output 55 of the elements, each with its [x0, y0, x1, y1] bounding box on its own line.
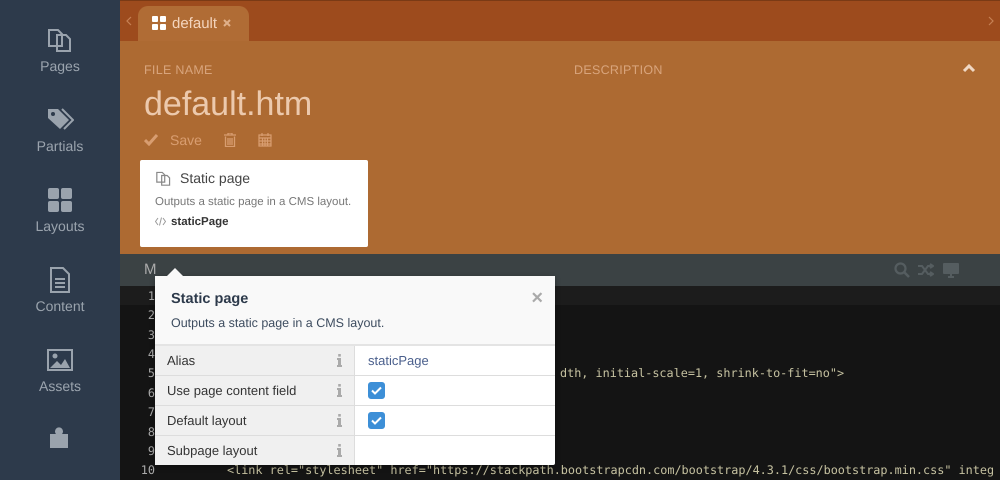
alias-field[interactable]: staticPage: [368, 353, 429, 368]
collapse-icon[interactable]: [962, 62, 976, 73]
line-number: 10: [140, 463, 155, 478]
calendar-icon[interactable]: [258, 132, 272, 147]
trash-icon[interactable]: [224, 132, 236, 147]
check-icon: [144, 134, 158, 146]
line-number: 3: [146, 328, 155, 342]
property-label: Default layout: [155, 406, 355, 435]
checkmark-icon: [371, 416, 382, 425]
sidebar-item[interactable]: Assets: [0, 320, 120, 400]
info-icon[interactable]: [337, 384, 342, 397]
line-number: 6: [146, 386, 155, 400]
sidebar-item[interactable]: Layouts: [0, 160, 120, 240]
sidebar-item[interactable]: Pages: [0, 0, 120, 80]
popup-title: Static page: [171, 291, 248, 307]
property-label: Subpage layout: [155, 436, 355, 465]
toolbar-label: M: [144, 261, 156, 278]
info-icon[interactable]: [337, 354, 342, 367]
field-label: DESCRIPTION: [574, 62, 664, 77]
property-label: Alias: [155, 346, 355, 375]
close-icon[interactable]: [223, 19, 232, 28]
grid-icon: [152, 16, 166, 30]
monitor-icon[interactable]: [942, 262, 960, 278]
line-number: 1: [146, 288, 155, 303]
image-icon: [46, 346, 74, 374]
component-alias: staticPage: [171, 216, 229, 228]
shuffle-icon[interactable]: [918, 262, 934, 277]
line-number: 8: [146, 424, 155, 439]
pages-icon: [46, 26, 74, 54]
sidebar-item[interactable]: Content: [0, 240, 120, 320]
component-card[interactable]: Static page Outputs a static page in a CMS layout. staticPage: [140, 160, 368, 247]
sidebar-item[interactable]: Partials: [0, 80, 120, 160]
file-tab[interactable]: default: [138, 6, 250, 41]
pages-icon: [155, 170, 172, 187]
card-description: Outputs a static page in a CMS layout.: [155, 196, 352, 208]
code-icon: [155, 217, 166, 226]
field-label: FILE NAME: [144, 62, 214, 77]
property-label: Use page content field: [155, 376, 355, 405]
code-line: dth, initial-scale=1, shrink-to-fit=no">: [560, 366, 844, 380]
file-name-field[interactable]: default.htm: [144, 84, 574, 124]
card-title: Static page: [180, 170, 250, 186]
line-number: 2: [146, 308, 155, 322]
info-icon[interactable]: [337, 414, 342, 427]
line-number: 7: [146, 405, 155, 420]
checkbox[interactable]: [368, 412, 385, 429]
search-icon[interactable]: [894, 262, 910, 278]
line-number: 4: [146, 346, 155, 361]
line-number: 5: [146, 366, 155, 380]
checkbox[interactable]: [368, 382, 385, 399]
grid-icon: [46, 186, 74, 214]
info-icon[interactable]: [337, 444, 342, 457]
code-line: <link rel="stylesheet" href="https://stackpath.bootstrapcdn.com/bootstrap/4.3.1/css/bootstrap.min.css" integ: [227, 463, 994, 478]
checkmark-icon: [371, 386, 382, 395]
line-number: 9: [146, 444, 155, 458]
popup-description: Outputs a static page in a CMS layout.: [171, 316, 384, 330]
